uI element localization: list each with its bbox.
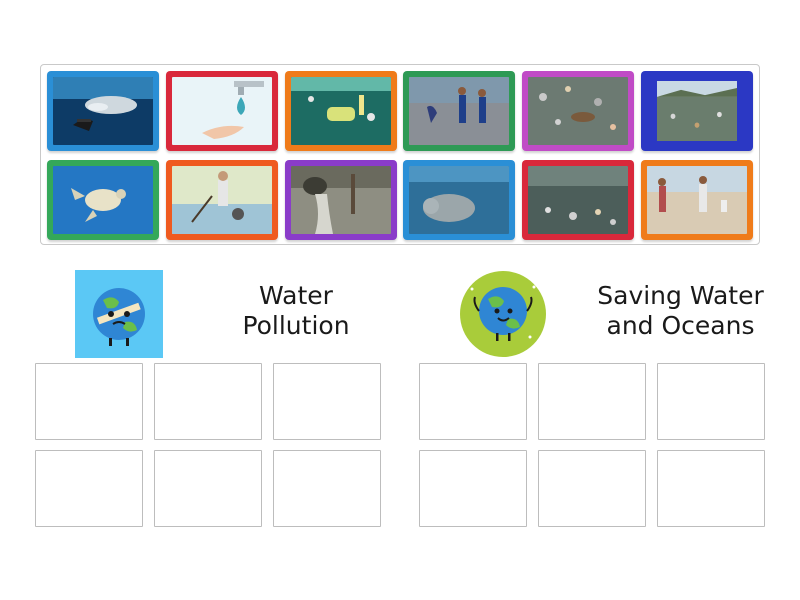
tile-hand-water-drop-faucet[interactable] <box>166 71 278 151</box>
tile-image <box>647 166 747 234</box>
drop-slot-saving-water[interactable] <box>538 363 646 440</box>
tile-trash-polluted-shore[interactable] <box>641 71 753 151</box>
tile-image <box>409 77 509 145</box>
tile-image <box>647 77 747 145</box>
happy-earth-icon <box>458 271 548 357</box>
tile-whale-underwater[interactable] <box>47 71 159 151</box>
drop-slot-saving-water[interactable] <box>657 450 765 527</box>
tile-image <box>53 166 153 234</box>
tile-beach-cleanup-volunteers[interactable] <box>403 71 515 151</box>
tile-sewage-pipe-discharge[interactable] <box>285 160 397 240</box>
drop-slot-water-pollution[interactable] <box>154 450 262 527</box>
group-title-line: Saving Water <box>597 281 764 310</box>
tile-turtle-swimming[interactable] <box>47 160 159 240</box>
tile-manatee-underwater[interactable] <box>403 160 515 240</box>
sad-earth-bandage-icon <box>75 270 163 358</box>
tile-people-collecting-beach-trash[interactable] <box>641 160 753 240</box>
tile-tray <box>40 64 760 245</box>
group-title-line: and Oceans <box>606 311 755 340</box>
drop-slot-water-pollution[interactable] <box>273 450 381 527</box>
group-title-water-pollution: Water Pollution <box>216 281 376 341</box>
drop-slot-saving-water[interactable] <box>419 363 527 440</box>
drop-slot-water-pollution[interactable] <box>35 450 143 527</box>
group-title-saving-water-oceans: Saving Water and Oceans <box>588 281 773 341</box>
drop-slot-saving-water[interactable] <box>419 450 527 527</box>
tile-image <box>528 166 628 234</box>
tile-image <box>528 77 628 145</box>
tile-image <box>409 166 509 234</box>
tile-image <box>291 77 391 145</box>
tile-image <box>172 77 272 145</box>
drop-slot-saving-water[interactable] <box>657 363 765 440</box>
drop-slot-water-pollution[interactable] <box>273 363 381 440</box>
drop-slot-water-pollution[interactable] <box>35 363 143 440</box>
drop-slot-saving-water[interactable] <box>538 450 646 527</box>
tile-image <box>172 166 272 234</box>
drop-slot-water-pollution[interactable] <box>154 363 262 440</box>
tile-image <box>53 77 153 145</box>
tile-plastic-bottle-underwater[interactable] <box>285 71 397 151</box>
tile-trash-in-water[interactable] <box>522 160 634 240</box>
group-title-line: Pollution <box>242 311 350 340</box>
group-title-line: Water <box>259 281 333 310</box>
tile-image <box>291 166 391 234</box>
tile-garbage-floating-water[interactable] <box>522 71 634 151</box>
tile-person-fishing-trash[interactable] <box>166 160 278 240</box>
